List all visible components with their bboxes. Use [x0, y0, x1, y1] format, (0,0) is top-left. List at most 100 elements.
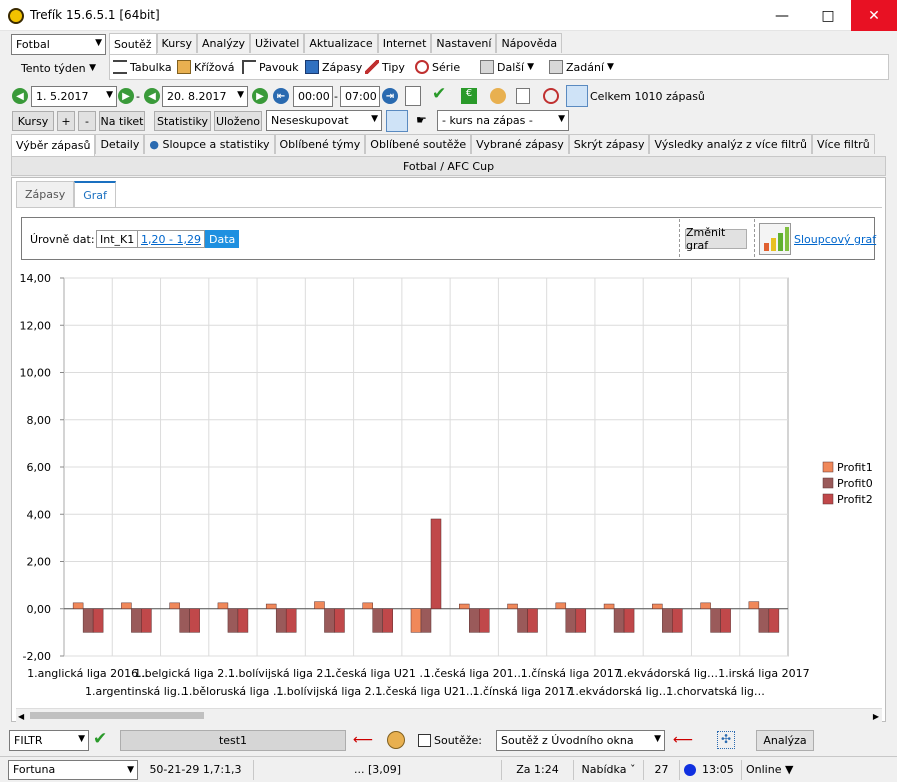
close-button[interactable]: ✕	[851, 0, 897, 31]
y-tick-label: 0,00	[27, 603, 52, 616]
subtab-graf[interactable]: Graf	[74, 181, 116, 208]
menu-tab-napoveda[interactable]: Nápověda	[496, 33, 563, 53]
tabulka-button[interactable]: Tabulka	[113, 57, 172, 77]
minus-button[interactable]: -	[78, 111, 96, 131]
chart-view-icon[interactable]	[566, 85, 588, 107]
ulozeno-button[interactable]: Uloženo	[214, 111, 262, 131]
menu-tab-aktualizace[interactable]: Aktualizace	[304, 33, 378, 53]
window-title: Trefík 15.6.5.1 [64bit]	[30, 8, 160, 22]
time-from-field[interactable]: 00:00	[293, 86, 333, 107]
menu-tab-uzivatel[interactable]: Uživatel	[250, 33, 305, 53]
kursy-button[interactable]: Kursy	[12, 111, 54, 131]
zadani-dropdown[interactable]: Zadání ▼	[549, 57, 614, 77]
prev-date-to-icon[interactable]: ◀	[144, 88, 160, 104]
scroll-left-icon[interactable]: ◀	[18, 712, 24, 721]
tab-vybrane-zapasy[interactable]: Vybrané zápasy	[471, 134, 569, 154]
y-tick-label: 10,00	[20, 367, 52, 380]
zapasy-button[interactable]: Zápasy	[305, 57, 362, 77]
tab-skryt-zapasy[interactable]: Skrýt zápasy	[568, 134, 650, 154]
na-tiket-button[interactable]: Na tiket	[99, 111, 145, 131]
menu-tab-kursy[interactable]: Kursy	[156, 33, 197, 53]
pdf-icon[interactable]	[405, 86, 421, 106]
menu-tab-analyzy[interactable]: Analýzy	[196, 33, 251, 53]
bar-profit0-8	[469, 608, 480, 633]
online-dropdown[interactable]: Online ▼	[742, 760, 812, 780]
next-date-to-icon[interactable]: ▶	[252, 88, 268, 104]
bar-chart-icon[interactable]	[759, 223, 791, 255]
bar-profit0-6	[372, 608, 383, 633]
tab-vice-filtru[interactable]: Více filtrů	[811, 134, 875, 154]
bar-chart: 14,00 12,00 10,00 8,00 6,00 4,00 2,00 0,00 -2,00…	[20, 272, 873, 698]
move-icon[interactable]: ✣	[717, 731, 735, 749]
pavouk-button[interactable]: Pavouk	[242, 57, 298, 77]
y-tick-label: 8,00	[27, 414, 52, 427]
serie-button[interactable]: Série	[415, 57, 460, 77]
prev-date-icon[interactable]: ◀	[12, 88, 28, 104]
bar-profit0-14	[758, 608, 770, 633]
scroll-thumb[interactable]	[30, 712, 204, 719]
filter-select[interactable]: FILTR ▼	[9, 730, 89, 751]
filter-name-button[interactable]: test1	[120, 730, 346, 751]
maximize-button[interactable]: □	[805, 0, 851, 31]
sport-select[interactable]: Fotbal ▼	[11, 34, 106, 55]
check-icon[interactable]: ✔	[432, 84, 446, 104]
bookmaker-select[interactable]: Fortuna ▼	[8, 759, 138, 780]
online-indicator-icon	[684, 763, 696, 776]
matches-icon	[305, 60, 319, 74]
zoom-icon[interactable]	[543, 88, 559, 104]
tab-oblibene-tymy[interactable]: Oblíbené týmy	[274, 134, 366, 154]
time-start-icon[interactable]: ⇤	[273, 88, 289, 104]
subtab-zapasy[interactable]: Zápasy	[16, 181, 75, 207]
menu-tab-internet[interactable]: Internet	[377, 33, 432, 53]
bar-profit0-3	[227, 608, 239, 633]
scroll-right-icon[interactable]: ▶	[873, 712, 879, 721]
competitions-checkbox[interactable]	[418, 734, 431, 747]
tab-vyber-zapasu[interactable]: Výběr zápasů	[11, 134, 96, 156]
dalsi-dropdown[interactable]: Další ▼	[480, 57, 534, 77]
tab-sloupce[interactable]: ● Sloupce a statistiky	[144, 134, 275, 154]
competitions-select[interactable]: Soutěž z Úvodního okna ▼	[496, 730, 665, 751]
menu-tab-soutez[interactable]: Soutěž	[109, 33, 157, 55]
bar-chart-link[interactable]: Sloupcový graf	[794, 233, 876, 246]
chevron-down-icon: ▼	[654, 734, 661, 744]
menu-tab-nastaveni[interactable]: Nastavení	[431, 33, 497, 53]
pavouk-label: Pavouk	[259, 60, 299, 74]
euro-icon[interactable]: €	[461, 88, 477, 104]
bar-profit1-3	[217, 602, 229, 609]
statistiky-button[interactable]: Statistiky	[154, 111, 211, 131]
group-select[interactable]: Neseskupovat ▼	[266, 110, 382, 131]
date-to-field[interactable]: 20. 8.2017 ▼	[162, 86, 248, 107]
x-tick-label: 1.bolívijská liga 2…	[276, 685, 382, 698]
person-icon[interactable]	[387, 731, 405, 749]
period-dropdown[interactable]: Tento týden ▼	[11, 58, 106, 78]
tab-detaily[interactable]: Detaily	[95, 134, 145, 154]
level-crumb-data[interactable]: Data	[205, 230, 240, 248]
minimize-button[interactable]: —	[759, 0, 805, 31]
plus-button[interactable]: +	[57, 111, 75, 131]
bar-profit2-7	[430, 518, 442, 610]
chevron-down-icon: ▼	[95, 38, 102, 48]
tab-oblibene-souteze[interactable]: Oblíbené soutěže	[365, 134, 472, 154]
odds-select[interactable]: - kurs na zápas - ▼	[437, 110, 569, 131]
krizova-button[interactable]: Křížová	[177, 57, 235, 77]
tab-vysledky-analyz[interactable]: Výsledky analýz z více filtrů	[649, 134, 812, 154]
clipboard-icon[interactable]	[516, 88, 530, 104]
time-to-field[interactable]: 07:00	[340, 86, 380, 107]
group-apply-icon[interactable]	[386, 110, 408, 132]
offer-dropdown[interactable]: Nabídka ˇ	[574, 759, 644, 780]
level-crumb-int[interactable]: Int_K1	[96, 230, 139, 248]
next-date-icon[interactable]: ▶	[118, 88, 134, 104]
bar-profit0-0	[82, 608, 94, 633]
apply-filter-icon[interactable]: ✔	[93, 729, 107, 749]
level-crumb-range[interactable]: 1,20 - 1,29	[138, 230, 205, 248]
time-end-icon[interactable]: ⇥	[382, 88, 398, 104]
horizontal-scrollbar[interactable]: ◀ ▶	[16, 708, 882, 722]
hand-icon[interactable]	[490, 88, 506, 104]
analysis-button[interactable]: Analýza	[756, 730, 814, 751]
tipy-button[interactable]: Tipy	[365, 57, 405, 77]
cross-table-icon	[177, 60, 191, 74]
change-chart-button[interactable]: Změnit graf	[685, 226, 747, 252]
dalsi-label: Další	[497, 60, 525, 74]
date-from-field[interactable]: 1. 5.2017 ▼	[31, 86, 117, 107]
status-bar: Fortuna ▼ 50-21-29 1,7:1,3 ... [3,09] Za …	[0, 756, 897, 782]
